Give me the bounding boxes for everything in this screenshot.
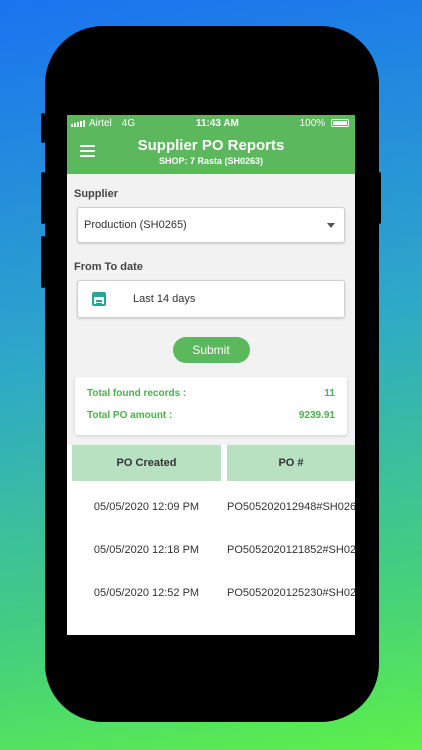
volume-up-button [41, 172, 45, 224]
menu-icon[interactable] [80, 145, 95, 157]
power-button [377, 172, 381, 224]
app-screen: Airtel 4G 11:43 AM 100% Supplier PO Repo… [67, 115, 355, 635]
total-records-label: Total found records : [87, 388, 187, 399]
status-time: 11:43 AM [195, 117, 239, 129]
column-header-po-created[interactable]: PO Created [72, 445, 222, 481]
submit-button[interactable]: Submit [172, 337, 250, 363]
mute-switch [41, 113, 45, 143]
supplier-label: Supplier [74, 188, 119, 200]
battery-percent: 100% [299, 117, 326, 129]
po-created-cell: 05/05/2020 12:52 PM [93, 586, 200, 599]
carrier-name: Airtel [89, 117, 112, 129]
date-range-value: Last 14 days [133, 293, 196, 305]
network-type: 4G [121, 117, 136, 129]
summary-card: Total found records : 11 Total PO amount… [75, 377, 347, 435]
table-row[interactable]: 05/05/2020 12:18 PM PO5052020121852#SH02… [72, 528, 355, 571]
chevron-down-icon [327, 222, 335, 228]
battery-icon [330, 118, 349, 127]
status-bar: Airtel 4G 11:43 AM 100% [67, 115, 355, 131]
date-range-picker[interactable]: Last 14 days [77, 280, 345, 318]
date-range-label: From To date [74, 261, 143, 273]
po-number-cell: PO5052020125230#SH0265 [227, 586, 355, 599]
supplier-selected-value: Production (SH0265) [84, 219, 187, 231]
po-number-cell: PO5052020121852#SH0265 [227, 543, 355, 556]
calendar-icon [92, 292, 106, 306]
column-header-po-number[interactable]: PO # [227, 445, 355, 481]
table-row[interactable]: 05/05/2020 12:52 PM PO5052020125230#SH02… [72, 571, 355, 614]
po-table[interactable]: PO Created PO # 05/05/2020 12:09 PM PO50… [67, 445, 355, 635]
table-row[interactable]: 05/05/2020 12:09 PM PO505202012948#SH026… [72, 485, 355, 528]
po-number-cell: PO505202012948#SH0265 [227, 500, 355, 513]
po-created-cell: 05/05/2020 12:18 PM [93, 543, 200, 556]
total-records-value: 11 [324, 388, 335, 399]
signal-icon [71, 119, 85, 127]
volume-down-button [41, 236, 45, 288]
page-title: Supplier PO Reports [137, 137, 285, 154]
total-amount-value: 9239.91 [298, 410, 335, 421]
total-amount-label: Total PO amount : [87, 410, 173, 421]
po-created-cell: 05/05/2020 12:09 PM [93, 500, 200, 513]
app-bar: Supplier PO Reports SHOP: 7 Rasta (SH026… [67, 131, 355, 174]
shop-subtitle: SHOP: 7 Rasta (SH0263) [158, 156, 264, 166]
supplier-dropdown[interactable]: Production (SH0265) [77, 207, 345, 243]
